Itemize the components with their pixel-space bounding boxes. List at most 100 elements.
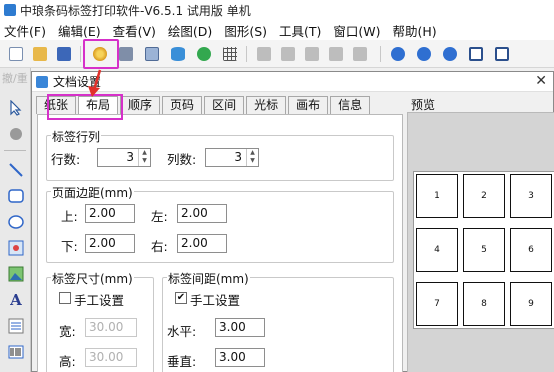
dialog-icon xyxy=(36,75,48,88)
label-height-label: 高: xyxy=(59,354,76,369)
preview-cell: 6 xyxy=(510,228,552,272)
menu-shape[interactable]: 图形(S) xyxy=(224,21,267,40)
preview-cell: 1 xyxy=(416,174,458,218)
text-icon[interactable]: A xyxy=(6,290,26,310)
cols-value: 3 xyxy=(234,150,242,164)
select-icon[interactable] xyxy=(6,98,26,118)
menu-edit[interactable]: 编辑(E) xyxy=(58,21,101,40)
preview-pane: 1 2 3 4 5 6 7 8 9 xyxy=(407,112,554,372)
page-margins-group: 页面边距(mm) 上: 2.00 左: 2.00 下: 2.00 右: 2.00 xyxy=(46,184,394,263)
new-icon[interactable] xyxy=(6,44,26,64)
menu-draw[interactable]: 绘图(D) xyxy=(168,21,212,40)
label-gap-manual-checkbox[interactable]: ✔ xyxy=(175,292,187,304)
preview-cell: 7 xyxy=(416,282,458,326)
grid-icon[interactable] xyxy=(220,44,240,64)
cols-label: 列数: xyxy=(167,152,197,167)
zoom-reset-icon[interactable] xyxy=(440,44,460,64)
preview-cell: 8 xyxy=(463,282,505,326)
label-size-manual-label: 手工设置 xyxy=(74,293,125,308)
tab-page-number[interactable]: 页码 xyxy=(162,96,203,114)
label-width-label: 宽: xyxy=(59,324,76,339)
barcode-icon[interactable] xyxy=(6,342,26,362)
label-gap-group-label: 标签间距(mm) xyxy=(167,270,250,287)
menu-help[interactable]: 帮助(H) xyxy=(393,21,437,40)
preview-cell: 3 xyxy=(510,174,552,218)
label-height-input[interactable]: 30.00 xyxy=(85,348,137,367)
rows-spin-buttons[interactable]: ▲ ▼ xyxy=(138,149,150,166)
preview-cell: 9 xyxy=(510,282,552,326)
line-icon[interactable] xyxy=(6,160,26,180)
menu-file[interactable]: 文件(F) xyxy=(4,21,46,40)
label-size-group-label: 标签尺寸(mm) xyxy=(51,270,134,287)
tab-info[interactable]: 信息 xyxy=(330,96,371,114)
label-size-group: 标签尺寸(mm) 手工设置 宽: 30.00 高: 30.00 xyxy=(46,270,154,372)
tab-order[interactable]: 顺序 xyxy=(120,96,161,114)
image-icon[interactable] xyxy=(6,238,26,258)
horizontal-gap-input[interactable]: 3.00 xyxy=(215,318,265,337)
app-logo-icon xyxy=(4,4,16,16)
copy-icon[interactable] xyxy=(278,44,298,64)
layout-tab-panel: 标签行列 行数: 3 ▲ ▼ 列数: 3 ▲ ▼ 页面边距(mm) 上: 2.00 … xyxy=(37,114,403,372)
rows-label: 行数: xyxy=(51,152,81,167)
pan-icon[interactable] xyxy=(6,124,26,144)
horizontal-gap-label: 水平: xyxy=(167,324,197,339)
tab-canvas[interactable]: 画布 xyxy=(288,96,329,114)
database-icon[interactable] xyxy=(168,44,188,64)
paste-icon[interactable] xyxy=(302,44,322,64)
menu-view[interactable]: 查看(V) xyxy=(113,21,156,40)
preview-cell: 4 xyxy=(416,228,458,272)
tab-range[interactable]: 区间 xyxy=(204,96,245,114)
menu-window[interactable]: 窗口(W) xyxy=(333,21,380,40)
tool-panel: 撤/重 A xyxy=(0,68,31,372)
vertical-gap-input[interactable]: 3.00 xyxy=(215,348,265,367)
margin-left-label: 左: xyxy=(151,209,168,224)
actual-size-icon[interactable] xyxy=(492,44,512,64)
rows-value: 3 xyxy=(126,150,134,164)
zoom-in-icon[interactable] xyxy=(388,44,408,64)
rich-text-icon[interactable] xyxy=(6,316,26,336)
menu-tools[interactable]: 工具(T) xyxy=(279,21,321,40)
rows-stepper[interactable]: 3 ▲ ▼ xyxy=(97,148,151,167)
margin-left-input[interactable]: 2.00 xyxy=(177,204,227,223)
picture-icon[interactable] xyxy=(6,264,26,284)
label-size-manual-checkbox[interactable] xyxy=(59,292,71,304)
preview-cell: 5 xyxy=(463,228,505,272)
rectangle-icon[interactable] xyxy=(6,186,26,206)
rows-cols-group: 标签行列 行数: 3 ▲ ▼ 列数: 3 ▲ ▼ xyxy=(46,128,394,181)
margin-top-label: 上: xyxy=(61,209,78,224)
margin-bottom-label: 下: xyxy=(61,239,78,254)
cut-icon[interactable] xyxy=(254,44,274,64)
app-title: 中琅条码标签打印软件-V6.5.1 试用版 单机 xyxy=(20,3,251,18)
toolbar-highlight xyxy=(83,39,119,69)
close-icon[interactable]: ✕ xyxy=(535,73,547,89)
ellipse-icon[interactable] xyxy=(6,212,26,232)
preview-label: 预览 xyxy=(411,98,436,112)
print-preview-icon[interactable] xyxy=(142,44,162,64)
fit-page-icon[interactable] xyxy=(466,44,486,64)
vertical-gap-label: 垂直: xyxy=(167,354,197,369)
zoom-out-icon[interactable] xyxy=(414,44,434,64)
menu-bar: 文件(F) 编辑(E) 查看(V) 绘图(D) 图形(S) 工具(T) 窗口(W… xyxy=(0,20,554,40)
undo-redo-hint: 撤/重 xyxy=(2,72,28,85)
cols-spin-buttons[interactable]: ▲ ▼ xyxy=(246,149,258,166)
redo-icon[interactable] xyxy=(350,44,370,64)
app-title-bar: 中琅条码标签打印软件-V6.5.1 试用版 单机 xyxy=(0,0,554,20)
print-icon[interactable] xyxy=(116,44,136,64)
open-icon[interactable] xyxy=(30,44,50,64)
margin-right-label: 右: xyxy=(151,239,168,254)
data-source-icon[interactable] xyxy=(194,44,214,64)
cols-stepper[interactable]: 3 ▲ ▼ xyxy=(205,148,259,167)
margin-right-input[interactable]: 2.00 xyxy=(177,234,227,253)
undo-icon[interactable] xyxy=(326,44,346,64)
margin-top-input[interactable]: 2.00 xyxy=(85,204,135,223)
label-width-input[interactable]: 30.00 xyxy=(85,318,137,337)
page-margins-group-label: 页面边距(mm) xyxy=(51,184,134,201)
label-gap-manual-label: 手工设置 xyxy=(190,293,241,308)
preview-cell: 2 xyxy=(463,174,505,218)
margin-bottom-input[interactable]: 2.00 xyxy=(85,234,135,253)
label-gap-group: 标签间距(mm) ✔ 手工设置 水平: 3.00 垂直: 3.00 xyxy=(162,270,394,372)
rows-cols-group-label: 标签行列 xyxy=(51,128,102,145)
save-icon[interactable] xyxy=(54,44,74,64)
tab-cursor[interactable]: 光标 xyxy=(246,96,287,114)
annotation-arrow-icon xyxy=(88,69,102,97)
